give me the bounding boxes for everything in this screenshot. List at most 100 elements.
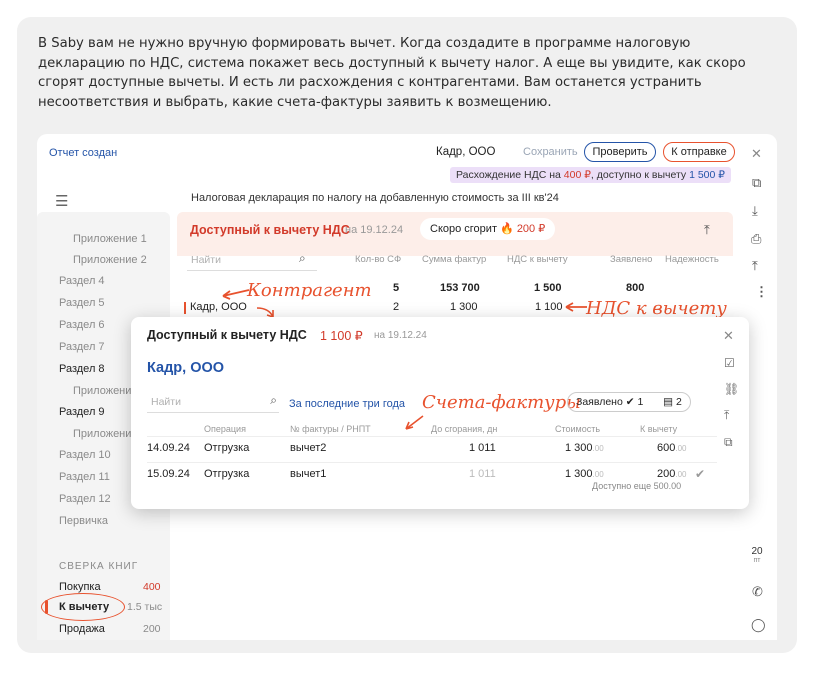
link-icon[interactable]: ⛓ bbox=[724, 382, 739, 396]
detail-search-icon[interactable]: ⌕ bbox=[270, 393, 277, 408]
table-row[interactable]: 15.09.24 Отгрузка вычет1 1 011 1 300.00 … bbox=[147, 464, 717, 494]
row-cost-value: 1 300 bbox=[565, 442, 593, 454]
calendar-date[interactable]: 20 пт bbox=[747, 547, 767, 565]
total-vat: 1 500 bbox=[534, 282, 562, 294]
nav-item[interactable]: Приложение 2 bbox=[73, 254, 147, 266]
close-icon[interactable]: ✕ bbox=[751, 146, 762, 162]
column-header[interactable]: Сумма фактур bbox=[422, 254, 486, 265]
declared-check-icon[interactable]: ✔ bbox=[695, 467, 705, 481]
arrow-counterparty bbox=[222, 289, 250, 300]
arrow-invoices bbox=[405, 415, 424, 430]
calendar-day: 20 bbox=[751, 546, 763, 557]
discrepancy-middle: , доступно к вычету bbox=[590, 169, 690, 181]
row-invoice[interactable]: вычет2 bbox=[290, 442, 326, 454]
open-external-icon[interactable]: ⧉ bbox=[724, 435, 733, 450]
report-status[interactable]: Отчет создан bbox=[49, 147, 117, 159]
calendar-weekday: пт bbox=[753, 557, 761, 564]
books-item-purchase[interactable]: Покупка bbox=[59, 581, 101, 593]
expiring-soon-label: Скоро сгорит bbox=[430, 223, 501, 235]
annotation-invoices: Счета-фактуры bbox=[422, 392, 581, 413]
check-list-icon[interactable]: ☑ bbox=[724, 356, 735, 370]
check-button[interactable]: Проверить bbox=[584, 142, 656, 162]
phone-icon[interactable]: ✆ bbox=[752, 584, 763, 600]
nav-item[interactable]: Приложение 1 bbox=[73, 233, 147, 245]
detail-column-header[interactable]: № фактуры / РНПТ bbox=[290, 424, 371, 434]
row-cost-decimals: .00 bbox=[592, 470, 604, 479]
books-count-purchase: 400 bbox=[143, 581, 161, 593]
more-icon[interactable]: ⋮ bbox=[755, 284, 768, 300]
org-name[interactable]: Кадр, ООО bbox=[436, 146, 495, 158]
books-item-sales[interactable]: Продажа bbox=[59, 623, 105, 635]
panel-search-input[interactable]: Найти bbox=[191, 254, 221, 266]
nav-item[interactable]: Раздел 4 bbox=[59, 275, 105, 287]
chat-icon[interactable]: ◯ bbox=[751, 617, 766, 633]
panel-date: на 19.12.24 bbox=[345, 224, 404, 236]
column-header[interactable]: Надежность bbox=[665, 254, 719, 265]
declared-chip[interactable]: Заявлено ✔ 1 ▤ 2 bbox=[567, 392, 691, 412]
row-cost: 1 300.00 bbox=[565, 442, 604, 454]
detail-upload-icon[interactable]: ⤒ bbox=[724, 408, 729, 423]
send-button[interactable]: К отправке bbox=[663, 142, 735, 162]
detail-column-header[interactable]: Стоимость bbox=[555, 424, 600, 434]
row-divider bbox=[147, 462, 717, 463]
period-link[interactable]: За последние три года bbox=[289, 398, 405, 410]
books-count-sales: 200 bbox=[143, 623, 161, 635]
expiring-soon-chip[interactable]: Скоро сгорит 🔥 200 ₽ bbox=[420, 218, 556, 240]
save-button[interactable]: Сохранить bbox=[523, 146, 578, 158]
detail-close-icon[interactable]: ✕ bbox=[723, 328, 734, 344]
nav-item[interactable]: Раздел 9 bbox=[59, 406, 105, 418]
detail-column-header[interactable]: До сгорания, дн bbox=[431, 424, 497, 434]
upload-icon[interactable]: ⤒ bbox=[752, 258, 758, 274]
row-deduct-value: 200 bbox=[657, 468, 676, 480]
detail-search-input[interactable]: Найти ⌕ bbox=[147, 393, 279, 413]
download-icon[interactable]: ⤓ bbox=[752, 203, 758, 219]
nav-item[interactable]: Приложени bbox=[73, 428, 131, 440]
hamburger-menu-icon[interactable]: ☰ bbox=[55, 192, 68, 210]
detail-column-header[interactable]: К вычету bbox=[640, 424, 677, 434]
highlight-oval bbox=[41, 593, 125, 621]
nav-item[interactable]: Раздел 11 bbox=[59, 471, 110, 483]
nav-item[interactable]: Раздел 10 bbox=[59, 449, 111, 461]
copy-icon[interactable]: ⧉ bbox=[752, 175, 761, 191]
column-header[interactable]: Заявлено bbox=[610, 254, 652, 265]
row-cost-value: 1 300 bbox=[565, 468, 593, 480]
nav-item[interactable]: Первичка bbox=[59, 515, 108, 527]
row-days: 1 011 bbox=[469, 442, 496, 454]
detail-column-header[interactable]: Операция bbox=[204, 424, 246, 434]
search-icon[interactable]: ⌕ bbox=[299, 251, 306, 266]
discrepancy-banner[interactable]: Расхождение НДС на 400 ₽, доступно к выч… bbox=[450, 167, 731, 183]
declared-chip-label: Заявлено ✔ 1 bbox=[576, 396, 644, 408]
nav-item[interactable]: Приложени bbox=[73, 385, 131, 397]
row-sum: 1 300 bbox=[450, 301, 478, 313]
annotation-vat: НДС к вычету bbox=[586, 298, 727, 319]
books-count-deduction: 1.5 тыс bbox=[127, 601, 163, 613]
nav-item[interactable]: Раздел 12 bbox=[59, 493, 111, 505]
column-header[interactable]: НДС к вычету bbox=[507, 254, 568, 265]
row-deduct-value: 600 bbox=[657, 442, 676, 454]
row-date: 14.09.24 bbox=[147, 442, 190, 454]
row-invoice[interactable]: вычет1 bbox=[290, 468, 326, 480]
total-declared: 800 bbox=[626, 282, 645, 294]
export-icon[interactable]: ⤒ bbox=[704, 222, 710, 238]
intro-text: В Saby вам не нужно вручную формировать … bbox=[38, 36, 746, 110]
books-header: СВЕРКА КНИГ bbox=[59, 561, 139, 572]
total-sum: 153 700 bbox=[440, 282, 480, 294]
discrepancy-amount: 400 ₽ bbox=[563, 169, 591, 181]
detail-title: Доступный к вычету НДС bbox=[147, 328, 307, 342]
column-header[interactable]: Кол-во СФ bbox=[355, 254, 401, 265]
table-row[interactable]: 14.09.24 Отгрузка вычет2 1 011 1 300.00 … bbox=[147, 438, 717, 462]
total-count: 5 bbox=[393, 282, 400, 294]
discrepancy-prefix: Расхождение НДС на bbox=[456, 169, 564, 181]
nav-item[interactable]: Раздел 8 bbox=[59, 363, 105, 375]
available-more-note: Доступно еще 500.00 bbox=[592, 481, 682, 491]
print-icon[interactable]: ⎙ bbox=[751, 231, 761, 247]
row-deduct: 600.00 bbox=[657, 442, 686, 454]
detail-org[interactable]: Кадр, ООО bbox=[147, 360, 224, 376]
arrow-vat bbox=[565, 302, 587, 312]
nav-item[interactable]: Раздел 5 bbox=[59, 297, 105, 309]
row-date: 15.09.24 bbox=[147, 468, 190, 480]
nav-item[interactable]: Раздел 7 bbox=[59, 341, 105, 353]
nav-item[interactable]: Раздел 6 bbox=[59, 319, 105, 331]
row-deduct-decimals: .00 bbox=[675, 444, 687, 453]
row-operation: Отгрузка bbox=[204, 442, 250, 454]
